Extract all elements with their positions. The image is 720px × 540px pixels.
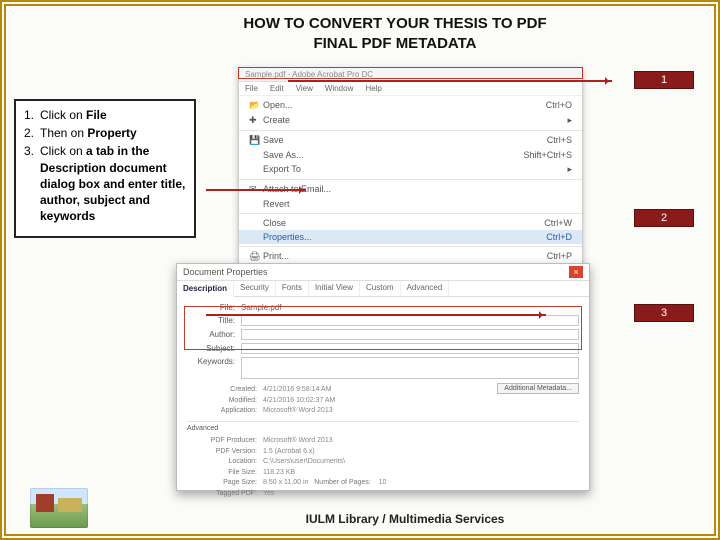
menu-separator: [239, 246, 582, 247]
step-number: 2.: [24, 125, 40, 141]
tab-advanced[interactable]: Advanced: [401, 281, 450, 296]
menu-separator: [239, 130, 582, 131]
title-line-1: HOW TO CONVERT YOUR THESIS TO PDF: [243, 15, 546, 32]
menu-separator: [239, 179, 582, 180]
menu-file[interactable]: File: [245, 84, 258, 93]
title-line-2: FINAL PDF METADATA: [313, 35, 476, 52]
field-file: File: Sample.pdf: [187, 303, 579, 312]
dialog-title: Document Properties: [183, 267, 268, 277]
close-icon[interactable]: ×: [569, 266, 583, 278]
arrow-to-callout-1: [288, 80, 612, 82]
step-number: 1.: [24, 107, 40, 123]
subject-label: Subject:: [187, 344, 241, 353]
step-number: 3.: [24, 143, 40, 224]
tab-custom[interactable]: Custom: [360, 281, 401, 296]
menu-item-save[interactable]: 💾SaveCtrl+S: [239, 133, 582, 148]
slide: HOW TO CONVERT YOUR THESIS TO PDF FINAL …: [0, 0, 720, 540]
document-properties-dialog: Document Properties × Description Securi…: [176, 263, 590, 491]
dialog-body: File: Sample.pdf Title: Author: Subject:…: [177, 297, 589, 503]
step-text: Then on Property: [40, 125, 137, 141]
callout-3: 3: [634, 304, 694, 322]
menu-window[interactable]: Window: [325, 84, 353, 93]
additional-metadata-button[interactable]: Additional Metadata...: [497, 383, 579, 394]
field-subject: Subject:: [187, 343, 579, 354]
field-author: Author:: [187, 329, 579, 340]
dialog-title-bar: Document Properties ×: [177, 264, 589, 281]
menu-item-revert[interactable]: Revert: [239, 197, 582, 211]
menu-item-open[interactable]: 📂Open...Ctrl+O: [239, 98, 582, 113]
page-title: HOW TO CONVERT YOUR THESIS TO PDF FINAL …: [176, 14, 614, 53]
steps-box: 1. Click on File 2. Then on Property 3. …: [14, 99, 196, 238]
step-2: 2. Then on Property: [24, 125, 186, 141]
keywords-input[interactable]: [241, 357, 579, 379]
menu-help[interactable]: Help: [365, 84, 381, 93]
callout-1: 1: [634, 71, 694, 89]
step-text: Click on File: [40, 107, 107, 123]
title-label: Title:: [187, 316, 241, 325]
arrow-to-properties-menu: [206, 189, 306, 191]
menu-edit[interactable]: Edit: [270, 84, 284, 93]
dialog-tabs: Description Security Fonts Initial View …: [177, 281, 589, 297]
footer-text: IULM Library / Multimedia Services: [6, 512, 714, 526]
subject-input[interactable]: [241, 343, 579, 354]
menu-item-create[interactable]: ✚Create▸: [239, 113, 582, 128]
author-label: Author:: [187, 330, 241, 339]
menu-item-print[interactable]: 🖨Print...Ctrl+P: [239, 249, 582, 264]
tab-initial-view[interactable]: Initial View: [309, 281, 360, 296]
menu-separator: [239, 213, 582, 214]
file-label: File:: [187, 303, 241, 312]
acrobat-menubar: File Edit View Window Help: [239, 82, 582, 96]
file-value: Sample.pdf: [241, 303, 281, 312]
tab-description[interactable]: Description: [177, 282, 234, 297]
arrow-to-description-tab: [206, 314, 546, 316]
dialog-metadata: Additional Metadata... Created:4/21/2016…: [187, 385, 579, 499]
menu-item-save-as[interactable]: Save As...Shift+Ctrl+S: [239, 148, 582, 162]
title-input[interactable]: [241, 315, 579, 326]
acrobat-window: Sample.pdf - Adobe Acrobat Pro DC File E…: [238, 67, 583, 286]
file-menu-dropdown: 📂Open...Ctrl+O ✚Create▸ 💾SaveCtrl+S Save…: [239, 96, 582, 285]
field-title: Title:: [187, 315, 579, 326]
step-text: Click on a tab in the Description docume…: [40, 143, 186, 224]
keywords-label: Keywords:: [187, 357, 241, 366]
title-area: HOW TO CONVERT YOUR THESIS TO PDF FINAL …: [6, 6, 714, 59]
menu-item-export[interactable]: Export To▸: [239, 162, 582, 177]
tab-fonts[interactable]: Fonts: [276, 281, 309, 296]
field-keywords: Keywords:: [187, 357, 579, 379]
author-input[interactable]: [241, 329, 579, 340]
content-area: 1 2 3 1. Click on File 2. Then on Prope: [6, 59, 714, 527]
advanced-header: Advanced: [187, 421, 579, 435]
menu-view[interactable]: View: [296, 84, 313, 93]
step-1: 1. Click on File: [24, 107, 186, 123]
tab-security[interactable]: Security: [234, 281, 276, 296]
step-3: 3. Click on a tab in the Description doc…: [24, 143, 186, 224]
callout-2: 2: [634, 209, 694, 227]
menu-item-properties[interactable]: Properties...Ctrl+D: [239, 230, 582, 244]
menu-item-close[interactable]: CloseCtrl+W: [239, 216, 582, 230]
